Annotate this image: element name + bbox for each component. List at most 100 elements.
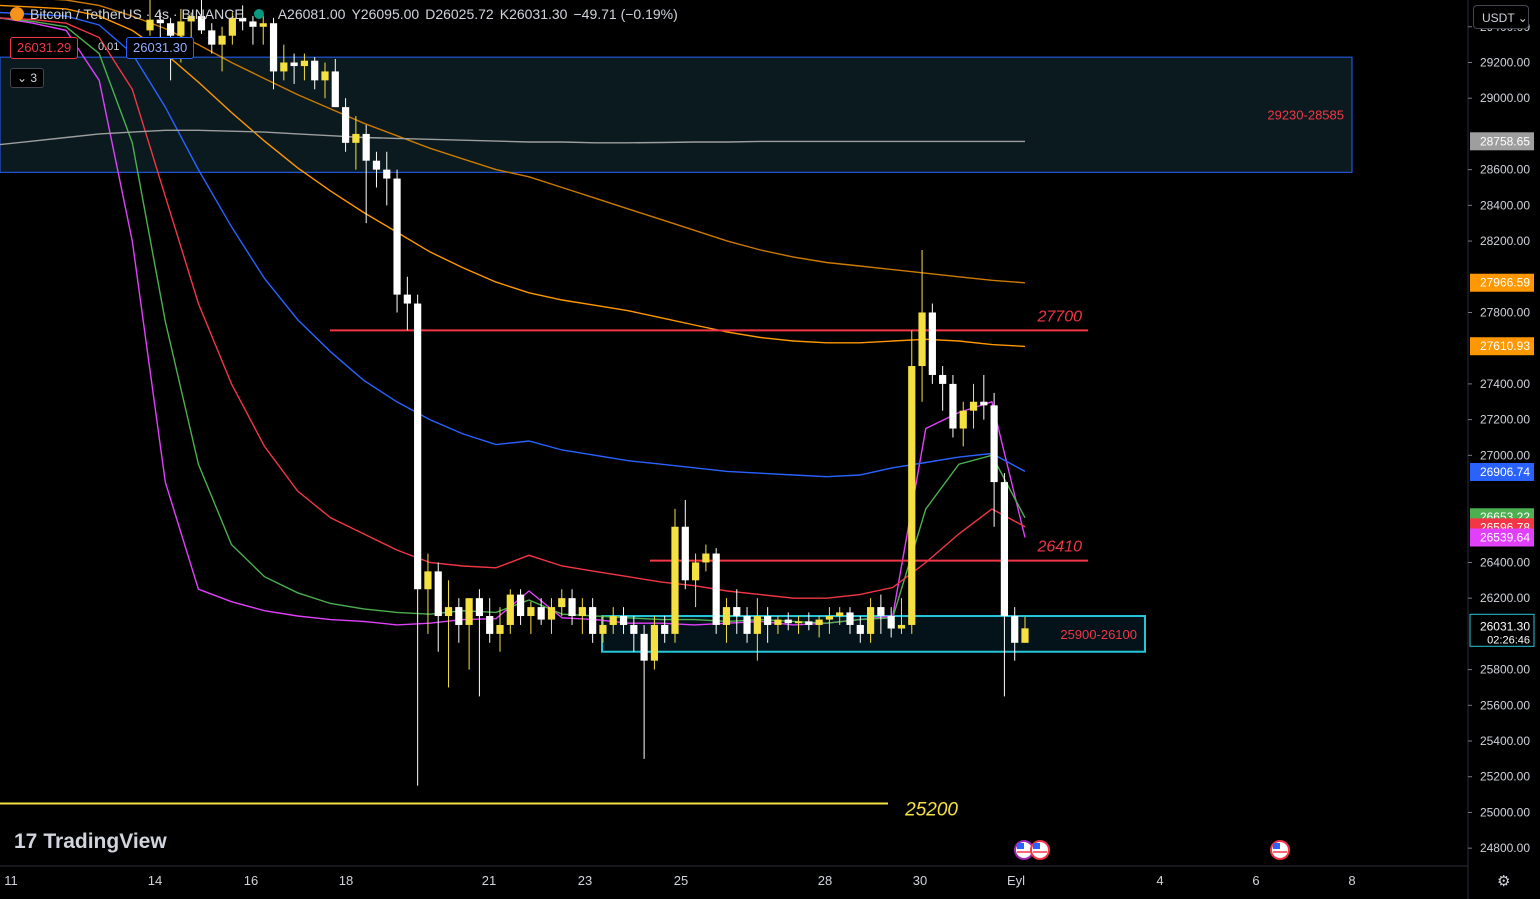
candle-body	[208, 30, 216, 45]
open-label: A	[277, 6, 288, 22]
close-label: K	[499, 6, 510, 22]
candle-body	[918, 312, 926, 367]
candle-body	[743, 616, 751, 634]
buy-price-button[interactable]: 26031.30	[126, 37, 195, 59]
candle-body	[578, 607, 586, 617]
level-label: 25200	[904, 800, 958, 821]
candle-body	[547, 607, 556, 620]
x-tick-label: 11	[4, 873, 18, 888]
candle-body	[609, 616, 617, 625]
candle-body	[661, 624, 669, 634]
price-tag-label: 26539.64	[1480, 531, 1530, 545]
y-tick-label: 26200.00	[1480, 591, 1530, 605]
y-tick-label: 25000.00	[1480, 805, 1530, 819]
candle-body	[249, 21, 257, 27]
symbol-title[interactable]: Bitcoin / TetherUS · 4s · BINANCE	[30, 6, 244, 22]
candle-body	[774, 619, 782, 625]
candle-body	[496, 624, 504, 634]
close-value: 26031.30	[509, 6, 568, 22]
candle-body	[177, 21, 185, 36]
candle-body	[568, 598, 576, 617]
high-label: Y	[351, 6, 361, 22]
y-tick-label: 29000.00	[1480, 91, 1530, 105]
x-tick-label: 8	[1348, 873, 1355, 888]
x-tick-label: Eyl	[1007, 873, 1025, 888]
x-tick-label: 28	[818, 873, 832, 888]
candle-body	[1000, 482, 1009, 617]
x-tick-label: 30	[913, 873, 927, 888]
y-tick-label: 29200.00	[1480, 55, 1530, 69]
candle-body	[908, 366, 916, 625]
y-tick-label: 25600.00	[1480, 698, 1530, 712]
candle-body	[836, 612, 844, 617]
candle-body	[331, 71, 339, 108]
y-tick-label: 24800.00	[1480, 841, 1530, 855]
y-tick-label: 25400.00	[1480, 734, 1530, 748]
flag-us-icon[interactable]	[1030, 840, 1050, 860]
x-tick-label: 6	[1252, 873, 1259, 888]
market-status-icon	[253, 9, 264, 19]
candle-body	[980, 401, 988, 406]
candle-body	[990, 405, 998, 483]
y-tick-label: 25200.00	[1480, 770, 1530, 784]
candle-body	[897, 624, 906, 629]
y-tick-label: 28400.00	[1480, 198, 1530, 212]
spread-value: 0.01	[98, 41, 120, 53]
candle-body	[393, 178, 401, 295]
low-value: 26025.72	[435, 6, 494, 22]
candle-body	[589, 607, 597, 634]
candle-body	[1011, 616, 1019, 643]
chevron-down-icon: ⌄	[16, 71, 28, 85]
candle-body	[321, 71, 329, 81]
flag-us-icon-canton	[1033, 843, 1040, 849]
x-tick-label: 23	[578, 873, 592, 888]
candle-body	[475, 598, 484, 617]
candle-body	[341, 107, 350, 143]
indicator-count: 3	[30, 71, 38, 85]
indicators-collapse-button[interactable]: ⌄ 3	[10, 68, 44, 88]
candle-body	[650, 624, 659, 661]
price-tag-label: 28758.65	[1480, 134, 1530, 148]
candle-body	[939, 374, 947, 384]
y-tick-label: 27800.00	[1480, 305, 1530, 319]
tradingview-logo[interactable]: 17 TradingView	[14, 830, 167, 854]
candle-body	[455, 607, 463, 625]
candle-body	[506, 594, 514, 625]
candle-body	[856, 624, 864, 634]
flag-us-icon[interactable]	[1270, 840, 1290, 860]
candle-body	[866, 607, 875, 634]
candle-body	[311, 60, 319, 81]
gear-icon[interactable]: ⚙	[1497, 872, 1510, 890]
candle-body	[805, 621, 813, 625]
candle-body	[722, 607, 731, 625]
candle-body	[928, 312, 936, 375]
candle-body	[691, 562, 700, 581]
y-tick-label: 28200.00	[1480, 234, 1530, 248]
currency-select[interactable]: USDT ⌄	[1473, 5, 1529, 29]
candle-body	[733, 607, 741, 617]
candle-body	[434, 571, 442, 617]
candle-body	[712, 553, 720, 625]
candle-body	[372, 160, 381, 170]
x-tick-label: 21	[482, 873, 496, 888]
candle-body	[794, 621, 803, 624]
candle-body	[414, 303, 422, 590]
symbol-header: Bitcoin / TetherUS · 4s · BINANCE A26081.…	[10, 6, 678, 22]
price-chart[interactable]: 29230-2858525900-26100277002641025200294…	[0, 0, 1540, 899]
sell-price-button[interactable]: 26031.29	[10, 37, 79, 59]
candle-body	[949, 383, 957, 429]
currency-value: USDT	[1482, 11, 1515, 25]
candle-body	[815, 619, 823, 625]
candle-body	[671, 526, 679, 634]
y-tick-label: 27200.00	[1480, 413, 1530, 427]
x-tick-label: 25	[674, 873, 688, 888]
candle-body	[537, 607, 545, 620]
candle-body	[764, 616, 772, 625]
candle-body	[424, 571, 432, 590]
candle-body	[784, 619, 792, 624]
candle-body	[465, 598, 473, 625]
flag-us-icon-canton	[1017, 843, 1024, 849]
bitcoin-icon	[10, 7, 24, 21]
candle-body	[753, 616, 761, 634]
zone-label: 29230-28585	[1267, 108, 1344, 123]
